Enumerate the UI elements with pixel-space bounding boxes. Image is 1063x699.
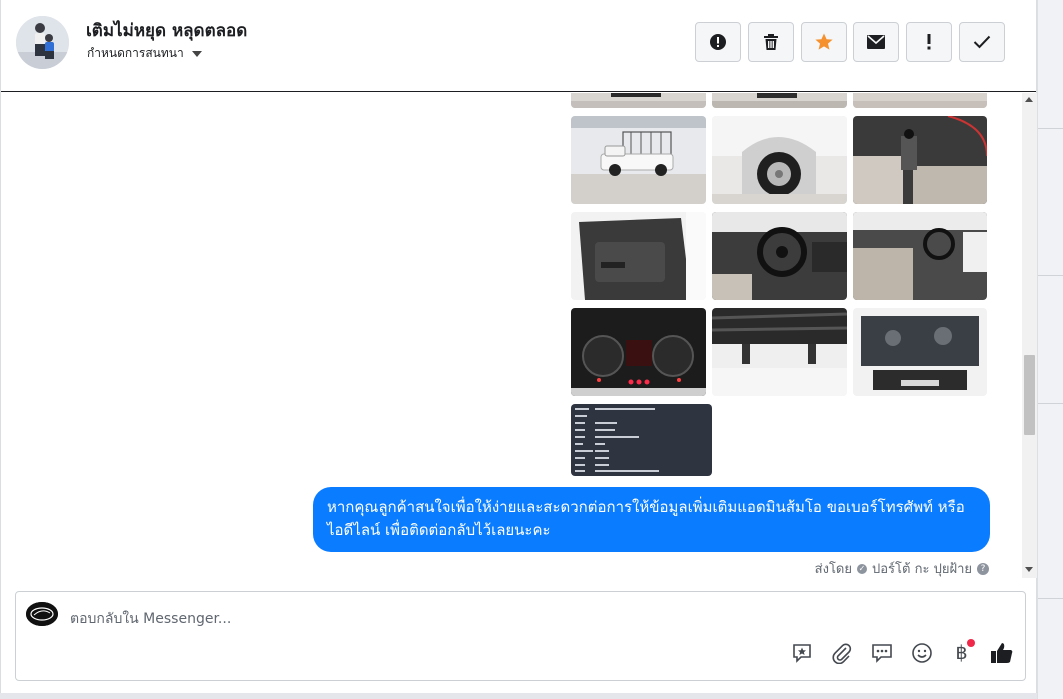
photo-attachment[interactable]	[853, 116, 987, 204]
saved-reply-button[interactable]	[788, 639, 815, 666]
conversation-header: เติมไม่หยุด หลุดตลอด กำหนดการสนทนา	[1, 0, 1036, 92]
follow-up-button[interactable]	[906, 22, 952, 62]
reply-input[interactable]: ตอบกลับใน Messenger...	[70, 608, 231, 630]
delete-button[interactable]	[748, 22, 794, 62]
notification-dot	[967, 639, 975, 647]
right-edge-strip	[1037, 0, 1063, 699]
star-button[interactable]	[801, 22, 847, 62]
conversation-settings-label: กำหนดการสนทนา	[87, 46, 184, 60]
baht-payment-icon: ฿	[955, 641, 968, 664]
help-icon[interactable]: ?	[977, 562, 989, 575]
photo-attachment[interactable]	[853, 212, 987, 300]
page-avatar	[26, 602, 58, 626]
photo-attachment[interactable]	[571, 116, 706, 204]
photo-attachment[interactable]	[712, 212, 847, 300]
messenger-inbox-window: เติมไม่หยุด หลุดตลอด กำหนดการสนทนา หากคุ…	[0, 0, 1063, 699]
payment-button[interactable]: ฿	[948, 639, 975, 666]
composer-toolbar: ฿	[788, 639, 1015, 666]
check-icon	[973, 35, 991, 49]
photo-attachment[interactable]	[571, 212, 706, 300]
attach-file-button[interactable]	[828, 639, 855, 666]
sent-by-label: ส่งโดย	[814, 562, 852, 577]
photo-attachment[interactable]	[571, 93, 706, 108]
attachment-icon	[832, 642, 851, 664]
sent-by-name[interactable]: ปอร์โต้ กะ ปุยฝ้าย	[872, 558, 972, 578]
thumbs-up-icon	[990, 642, 1012, 663]
message-thread[interactable]: หากคุณลูกค้าสนใจเพื่อให้ง่ายและสะดวกต่อก…	[1, 93, 1022, 578]
emoji-button[interactable]	[908, 639, 935, 666]
reply-composer[interactable]: ตอบกลับใน Messenger... ฿	[15, 591, 1026, 681]
saved-reply-icon	[792, 643, 811, 663]
scrollbar-thumb[interactable]	[1024, 355, 1035, 435]
scroll-down-arrow-icon[interactable]	[1025, 567, 1033, 572]
conversation-settings-dropdown[interactable]: กำหนดการสนทนา	[87, 44, 202, 63]
outgoing-message-bubble[interactable]: หากคุณลูกค้าสนใจเพื่อให้ง่ายและสะดวกต่อก…	[313, 487, 990, 552]
chat-bubble-icon	[871, 643, 892, 663]
trash-icon	[764, 34, 778, 50]
emoji-icon	[911, 642, 932, 663]
photo-attachment[interactable]	[712, 308, 847, 396]
star-icon	[815, 33, 833, 50]
contact-name: เติมไม่หยุด หลุดตลอด	[86, 21, 248, 41]
page-badge-icon: ✓	[857, 563, 867, 574]
photo-attachment[interactable]	[853, 93, 987, 108]
email-button[interactable]	[853, 22, 899, 62]
mail-icon	[867, 35, 885, 49]
message-text: หากคุณลูกค้าสนใจเพื่อให้ง่ายและสะดวกต่อก…	[327, 498, 965, 539]
quick-replies-button[interactable]	[868, 639, 895, 666]
mark-spam-button[interactable]	[695, 22, 741, 62]
thread-scrollbar[interactable]	[1022, 93, 1037, 578]
conversation-panel: เติมไม่หยุด หลุดตลอด กำหนดการสนทนา หากคุ…	[0, 0, 1037, 693]
chevron-down-icon	[191, 50, 202, 57]
contact-avatar[interactable]	[16, 16, 69, 69]
alert-circle-icon	[710, 34, 726, 50]
photo-attachment[interactable]	[571, 308, 706, 396]
mark-done-button[interactable]	[959, 22, 1005, 62]
spec-sheet-attachment[interactable]	[571, 404, 712, 476]
scroll-up-arrow-icon[interactable]	[1025, 97, 1033, 102]
photo-attachment[interactable]	[712, 93, 847, 108]
like-button[interactable]	[988, 639, 1015, 666]
photo-attachment[interactable]	[853, 308, 987, 396]
exclamation-icon	[927, 34, 931, 50]
sent-by-info: ส่งโดย ✓ ปอร์โต้ กะ ปุยฝ้าย ?	[815, 558, 989, 578]
photo-attachment[interactable]	[712, 116, 847, 204]
